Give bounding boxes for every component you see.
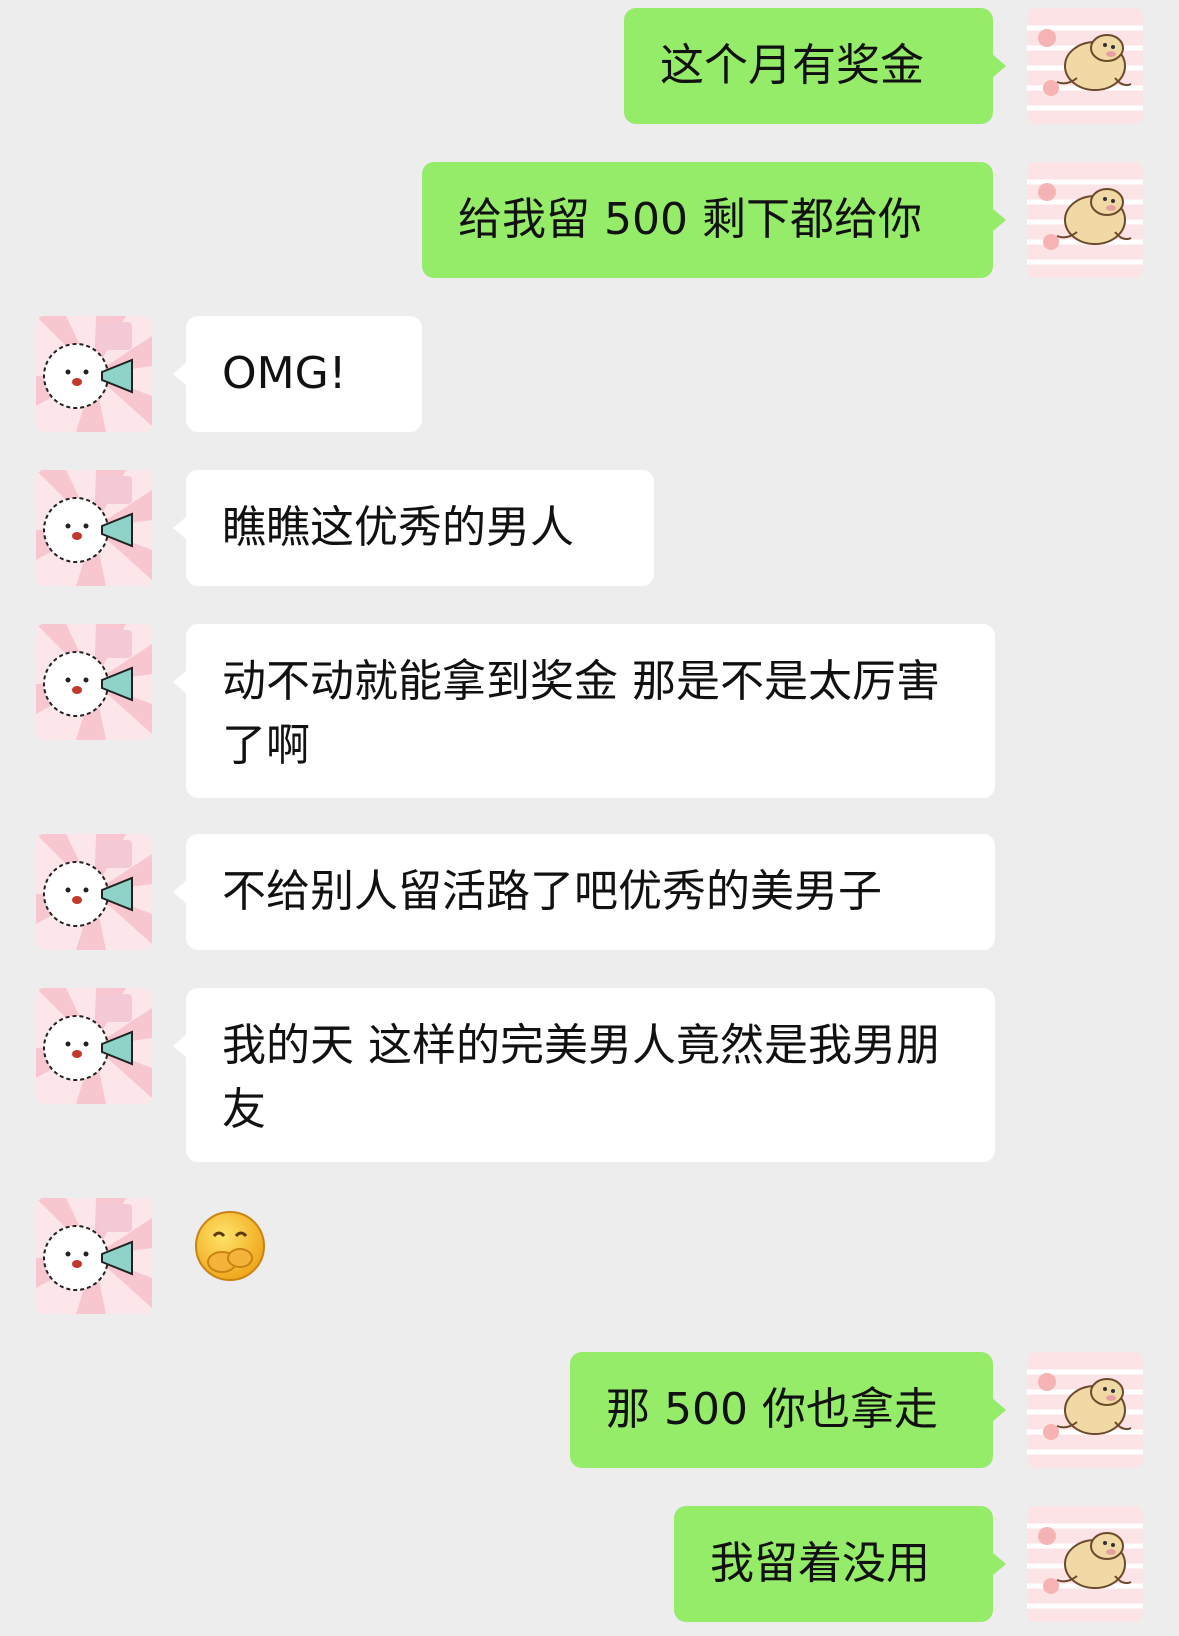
message-text: OMG! bbox=[222, 348, 347, 399]
message-text: 我留着没用 bbox=[710, 1538, 930, 1589]
contact-avatar[interactable] bbox=[36, 316, 152, 432]
self-avatar[interactable] bbox=[1027, 1506, 1143, 1622]
message-bubble-sent[interactable]: 这个月有奖金 bbox=[624, 8, 1006, 124]
message-text: 那 500 你也拿走 bbox=[606, 1384, 938, 1435]
message-bubble-sent[interactable]: 我留着没用 bbox=[674, 1506, 1006, 1622]
self-avatar[interactable] bbox=[1027, 1352, 1143, 1468]
message-text: 不给别人留活路了吧优秀的美男子 bbox=[222, 866, 882, 917]
covering-mouth-laugh-emoji-icon[interactable] bbox=[192, 1208, 268, 1288]
message-bubble-received[interactable]: 动不动就能拿到奖金 那是不是太厉害了啊 bbox=[173, 624, 995, 798]
message-bubble-received[interactable]: 瞧瞧这优秀的男人 bbox=[173, 470, 654, 586]
message-bubble-received[interactable]: 不给别人留活路了吧优秀的美男子 bbox=[173, 834, 995, 950]
contact-avatar[interactable] bbox=[36, 834, 152, 950]
message-text: 动不动就能拿到奖金 那是不是太厉害了啊 bbox=[222, 656, 940, 771]
message-text: 我的天 这样的完美男人竟然是我男朋友 bbox=[222, 1020, 940, 1135]
message-text: 这个月有奖金 bbox=[660, 40, 924, 91]
contact-avatar[interactable] bbox=[36, 470, 152, 586]
self-avatar[interactable] bbox=[1027, 8, 1143, 124]
message-text: 给我留 500 剩下都给你 bbox=[458, 194, 922, 245]
message-bubble-sent[interactable]: 那 500 你也拿走 bbox=[570, 1352, 1006, 1468]
message-text: 瞧瞧这优秀的男人 bbox=[222, 502, 574, 553]
contact-avatar[interactable] bbox=[36, 988, 152, 1104]
contact-avatar[interactable] bbox=[36, 1198, 152, 1314]
message-bubble-sent[interactable]: 给我留 500 剩下都给你 bbox=[422, 162, 1006, 278]
message-bubble-received[interactable]: OMG! bbox=[173, 316, 422, 432]
self-avatar[interactable] bbox=[1027, 162, 1143, 278]
message-bubble-received[interactable]: 我的天 这样的完美男人竟然是我男朋友 bbox=[173, 988, 995, 1162]
contact-avatar[interactable] bbox=[36, 624, 152, 740]
